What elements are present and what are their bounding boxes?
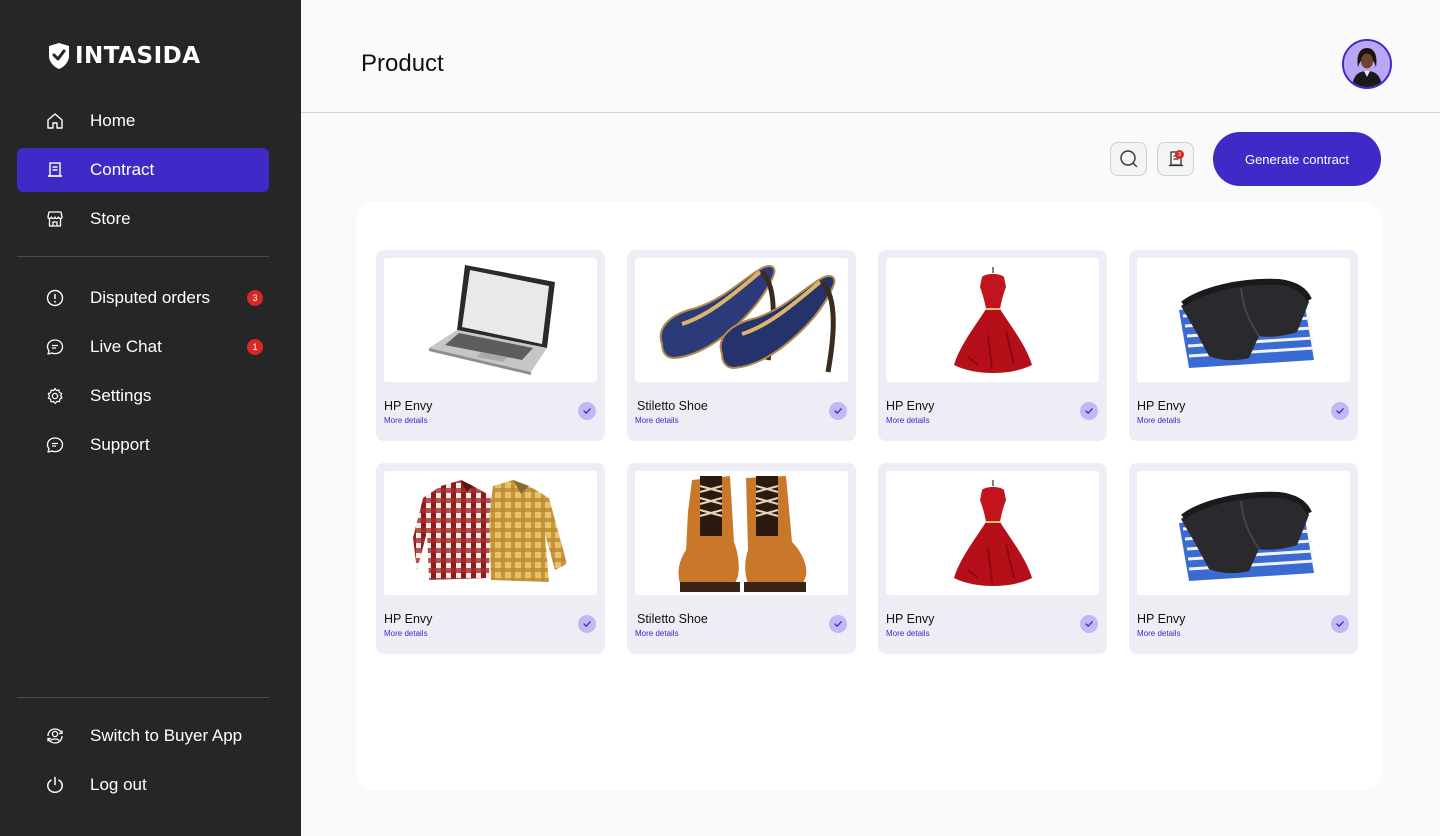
sidebar-item-label: Live Chat bbox=[90, 337, 162, 356]
contracts-notification-button[interactable]: 3 bbox=[1157, 142, 1194, 176]
check-icon[interactable] bbox=[578, 402, 596, 420]
more-details-link[interactable]: More details bbox=[1137, 629, 1181, 638]
sidebar-item-home[interactable]: Home bbox=[17, 99, 269, 143]
laptop-image bbox=[384, 258, 597, 382]
search-icon bbox=[1119, 150, 1137, 168]
sidebar-divider bbox=[17, 697, 269, 698]
red-dress-image bbox=[886, 258, 1099, 382]
power-icon bbox=[47, 776, 63, 794]
check-icon[interactable] bbox=[829, 402, 847, 420]
product-card[interactable]: HP Envy More details bbox=[878, 463, 1107, 654]
brand-name: INTASIDA bbox=[75, 43, 201, 69]
avatar[interactable] bbox=[1342, 39, 1392, 89]
support-chat-icon bbox=[46, 437, 64, 453]
check-icon[interactable] bbox=[1331, 615, 1349, 633]
page-title: Product bbox=[361, 50, 444, 77]
flannel-shirts-image bbox=[384, 471, 597, 595]
more-details-link[interactable]: More details bbox=[1137, 416, 1181, 425]
sidebar-item-settings[interactable]: Settings bbox=[17, 374, 269, 418]
product-card[interactable]: Stiletto Shoe More details bbox=[627, 250, 856, 441]
switch-to-buyer-button[interactable]: Switch to Buyer App bbox=[17, 714, 269, 758]
store-icon bbox=[47, 211, 63, 227]
notification-badge: 3 bbox=[1175, 150, 1184, 159]
sidebar-item-label: Switch to Buyer App bbox=[90, 726, 243, 745]
sidebar-item-label: Disputed orders bbox=[90, 288, 211, 307]
sidebar-item-label: Settings bbox=[90, 386, 152, 405]
product-name: HP Envy bbox=[384, 612, 433, 626]
sidebar: INTASIDA Home Contract Store Disputed or… bbox=[0, 0, 301, 836]
product-name: Stiletto Shoe bbox=[637, 612, 708, 626]
leather-boots-image bbox=[635, 471, 848, 595]
switch-user-icon bbox=[47, 728, 63, 744]
boxer-shorts-image bbox=[1137, 258, 1350, 382]
product-panel: HP Envy More details Stiletto Shoe More … bbox=[356, 202, 1381, 790]
generate-contract-button[interactable]: Generate contract bbox=[1213, 132, 1381, 186]
product-name: Stiletto Shoe bbox=[637, 399, 708, 413]
more-details-link[interactable]: More details bbox=[886, 416, 930, 425]
product-name: HP Envy bbox=[384, 399, 433, 413]
logout-button[interactable]: Log out bbox=[17, 763, 269, 807]
product-name: HP Envy bbox=[886, 612, 935, 626]
count-badge: 1 bbox=[247, 339, 263, 355]
chat-icon bbox=[46, 339, 64, 355]
product-card[interactable]: HP Envy More details bbox=[878, 250, 1107, 441]
check-icon[interactable] bbox=[578, 615, 596, 633]
boxer-shorts-image bbox=[1137, 471, 1350, 595]
red-dress-image bbox=[886, 471, 1099, 595]
more-details-link[interactable]: More details bbox=[886, 629, 930, 638]
user-avatar-image bbox=[1344, 41, 1390, 87]
count-badge: 3 bbox=[247, 290, 263, 306]
shield-logo-icon bbox=[49, 43, 69, 69]
more-details-link[interactable]: More details bbox=[635, 416, 679, 425]
sidebar-item-live-chat[interactable]: Live Chat 1 bbox=[17, 325, 269, 369]
check-icon[interactable] bbox=[1080, 615, 1098, 633]
sidebar-item-label: Log out bbox=[90, 775, 147, 794]
home-icon bbox=[47, 113, 63, 129]
sidebar-item-label: Store bbox=[90, 209, 131, 228]
top-header: Product bbox=[301, 0, 1440, 113]
product-card[interactable]: HP Envy More details bbox=[376, 463, 605, 654]
sidebar-item-contract[interactable]: Contract bbox=[17, 148, 269, 192]
sidebar-item-store[interactable]: Store bbox=[17, 197, 269, 241]
product-name: HP Envy bbox=[1137, 399, 1186, 413]
check-icon[interactable] bbox=[1331, 402, 1349, 420]
more-details-link[interactable]: More details bbox=[384, 629, 428, 638]
sidebar-item-support[interactable]: Support bbox=[17, 423, 269, 467]
brand-logo[interactable]: INTASIDA bbox=[47, 42, 201, 70]
product-card[interactable]: HP Envy More details bbox=[1129, 463, 1358, 654]
search-button[interactable] bbox=[1110, 142, 1147, 176]
stiletto-image bbox=[635, 258, 848, 382]
sidebar-item-label: Contract bbox=[90, 160, 155, 179]
gear-icon bbox=[47, 387, 63, 404]
product-name: HP Envy bbox=[886, 399, 935, 413]
check-icon[interactable] bbox=[829, 615, 847, 633]
alert-circle-icon bbox=[46, 289, 64, 307]
more-details-link[interactable]: More details bbox=[384, 416, 428, 425]
sidebar-divider bbox=[17, 256, 269, 257]
contract-icon bbox=[48, 162, 62, 177]
sidebar-item-label: Support bbox=[90, 435, 150, 454]
product-card[interactable]: HP Envy More details bbox=[376, 250, 605, 441]
check-icon[interactable] bbox=[1080, 402, 1098, 420]
sidebar-item-label: Home bbox=[90, 111, 136, 130]
more-details-link[interactable]: More details bbox=[635, 629, 679, 638]
product-card[interactable]: HP Envy More details bbox=[1129, 250, 1358, 441]
sidebar-item-disputed-orders[interactable]: Disputed orders 3 bbox=[17, 276, 269, 320]
product-name: HP Envy bbox=[1137, 612, 1186, 626]
product-card[interactable]: Stiletto Shoe More details bbox=[627, 463, 856, 654]
